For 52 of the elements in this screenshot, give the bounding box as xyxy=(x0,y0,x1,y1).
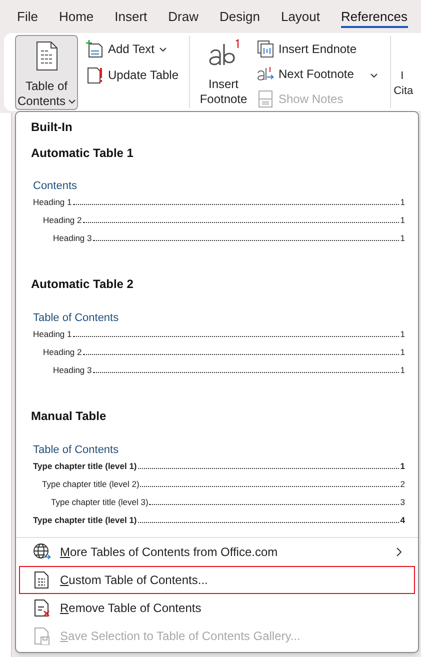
document-list-icon xyxy=(36,41,58,71)
cut-off-label: Cita xyxy=(394,84,414,99)
gallery-option-title: Manual Table xyxy=(30,408,108,425)
toc-entry: Type chapter title (level 1) 1 xyxy=(32,460,406,473)
add-text-icon xyxy=(86,40,103,58)
insert-footnote-button[interactable]: Insert Footnote xyxy=(200,39,248,111)
toc-gallery-option[interactable]: Manual Table Table of Contents Type chapter title (level 1) 1 Type chapter title (level 2) 2 Type chapter title (level 3) 3 Type chapter title (level 1) 4 xyxy=(16,379,418,529)
toc-entry: Heading 2 1 xyxy=(42,214,406,227)
next-footnote-icon xyxy=(256,64,274,83)
toc-entry: Heading 2 1 xyxy=(42,346,406,359)
cut-off-label: I xyxy=(400,69,404,84)
ribbon-tab[interactable]: Home xyxy=(58,0,94,33)
toc-entry: Heading 3 1 xyxy=(52,232,406,245)
chevron-right-icon xyxy=(396,547,402,557)
toc-entry: Heading 3 1 xyxy=(52,364,406,377)
document-remove-icon xyxy=(33,599,51,617)
toc-preview-title: Contents xyxy=(32,179,78,193)
ribbon-tab[interactable]: Draw xyxy=(168,0,198,33)
menu-item[interactable]: Custom Table of Contents... xyxy=(19,566,415,594)
notes-icon xyxy=(256,90,274,108)
toc-preview-title: Table of Contents xyxy=(32,311,120,325)
menu-item[interactable]: More Tables of Contents from Office.com xyxy=(19,538,415,566)
update-table-button[interactable]: Update Table xyxy=(83,63,182,87)
toc-entry: Type chapter title (level 1) 4 xyxy=(32,514,406,527)
ribbon-tab[interactable]: Layout xyxy=(280,0,320,33)
caret-icon xyxy=(370,72,378,78)
toc-entry: Type chapter title (level 3) 3 xyxy=(50,496,406,509)
document-save-icon xyxy=(33,627,51,645)
menu-item[interactable]: Remove Table of Contents xyxy=(19,594,415,622)
caret-icon xyxy=(68,99,76,104)
toc-entry: Heading 1 1 xyxy=(32,328,406,341)
toc-preview-title: Table of Contents xyxy=(32,443,120,457)
toc-entry: Type chapter title (level 2) 2 xyxy=(41,478,406,491)
gallery-header: Built-In xyxy=(30,119,74,136)
document-list-icon xyxy=(33,571,51,589)
caret-icon xyxy=(159,46,168,52)
add-text-button[interactable]: Add Text xyxy=(83,37,182,61)
ribbon-tab[interactable]: File xyxy=(17,0,38,33)
endnote-icon xyxy=(256,40,274,58)
toc-entry: Heading 1 1 xyxy=(32,196,406,209)
ribbon-tab[interactable]: References xyxy=(341,0,408,33)
insert-endnote-button[interactable]: Insert Endnote xyxy=(254,37,360,60)
globe-icon xyxy=(33,543,51,561)
table-of-contents-button[interactable]: Table of Contents xyxy=(15,35,78,110)
gallery-option-title: Automatic Table 1 xyxy=(30,145,134,162)
toc-gallery-option[interactable]: Automatic Table 2 Table of Contents Heading 1 1 Heading 2 1 Heading 3 1 xyxy=(16,247,418,379)
next-footnote-button[interactable]: Next Footnote xyxy=(254,62,360,86)
ribbon-tab[interactable]: Insert xyxy=(114,0,148,33)
ribbon-tab[interactable]: Design xyxy=(220,0,260,33)
update-document-icon xyxy=(86,66,103,84)
gallery-option-title: Automatic Table 2 xyxy=(30,276,134,293)
toc-gallery-option[interactable]: Automatic Table 1 Contents Heading 1 1 Heading 2 1 Heading 3 1 xyxy=(16,137,418,247)
